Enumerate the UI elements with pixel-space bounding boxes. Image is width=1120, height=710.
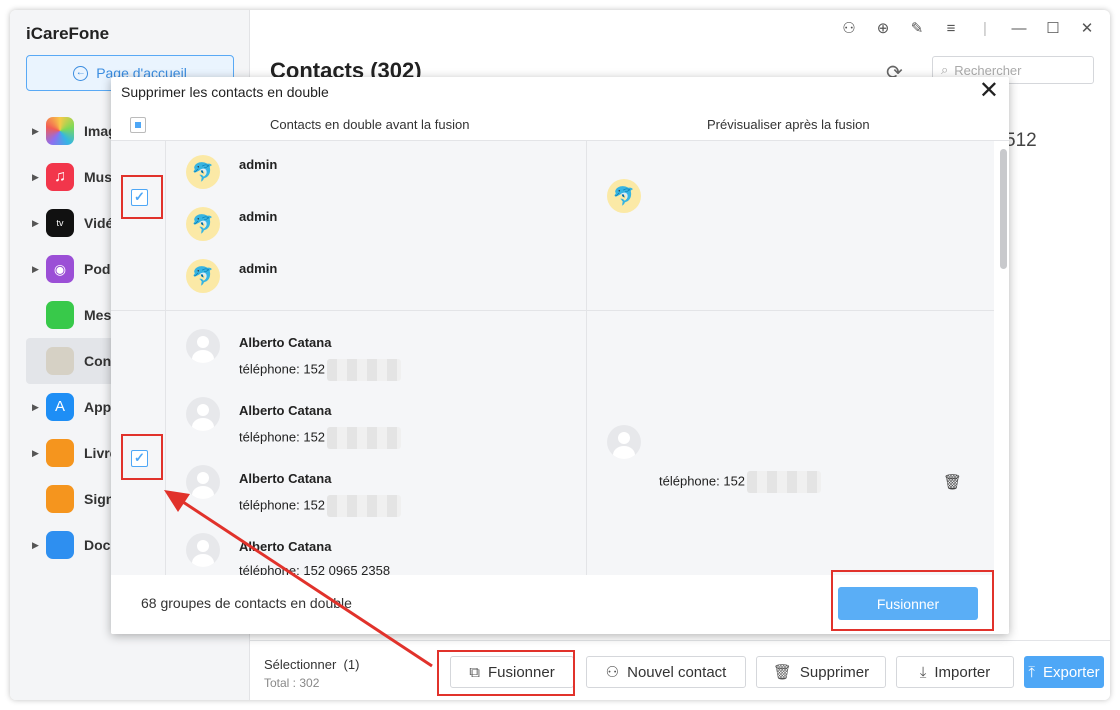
modal-overlay: Supprimer les contacts en double ✕ Conta… [0,0,1120,710]
annotation-arrow [164,490,433,668]
